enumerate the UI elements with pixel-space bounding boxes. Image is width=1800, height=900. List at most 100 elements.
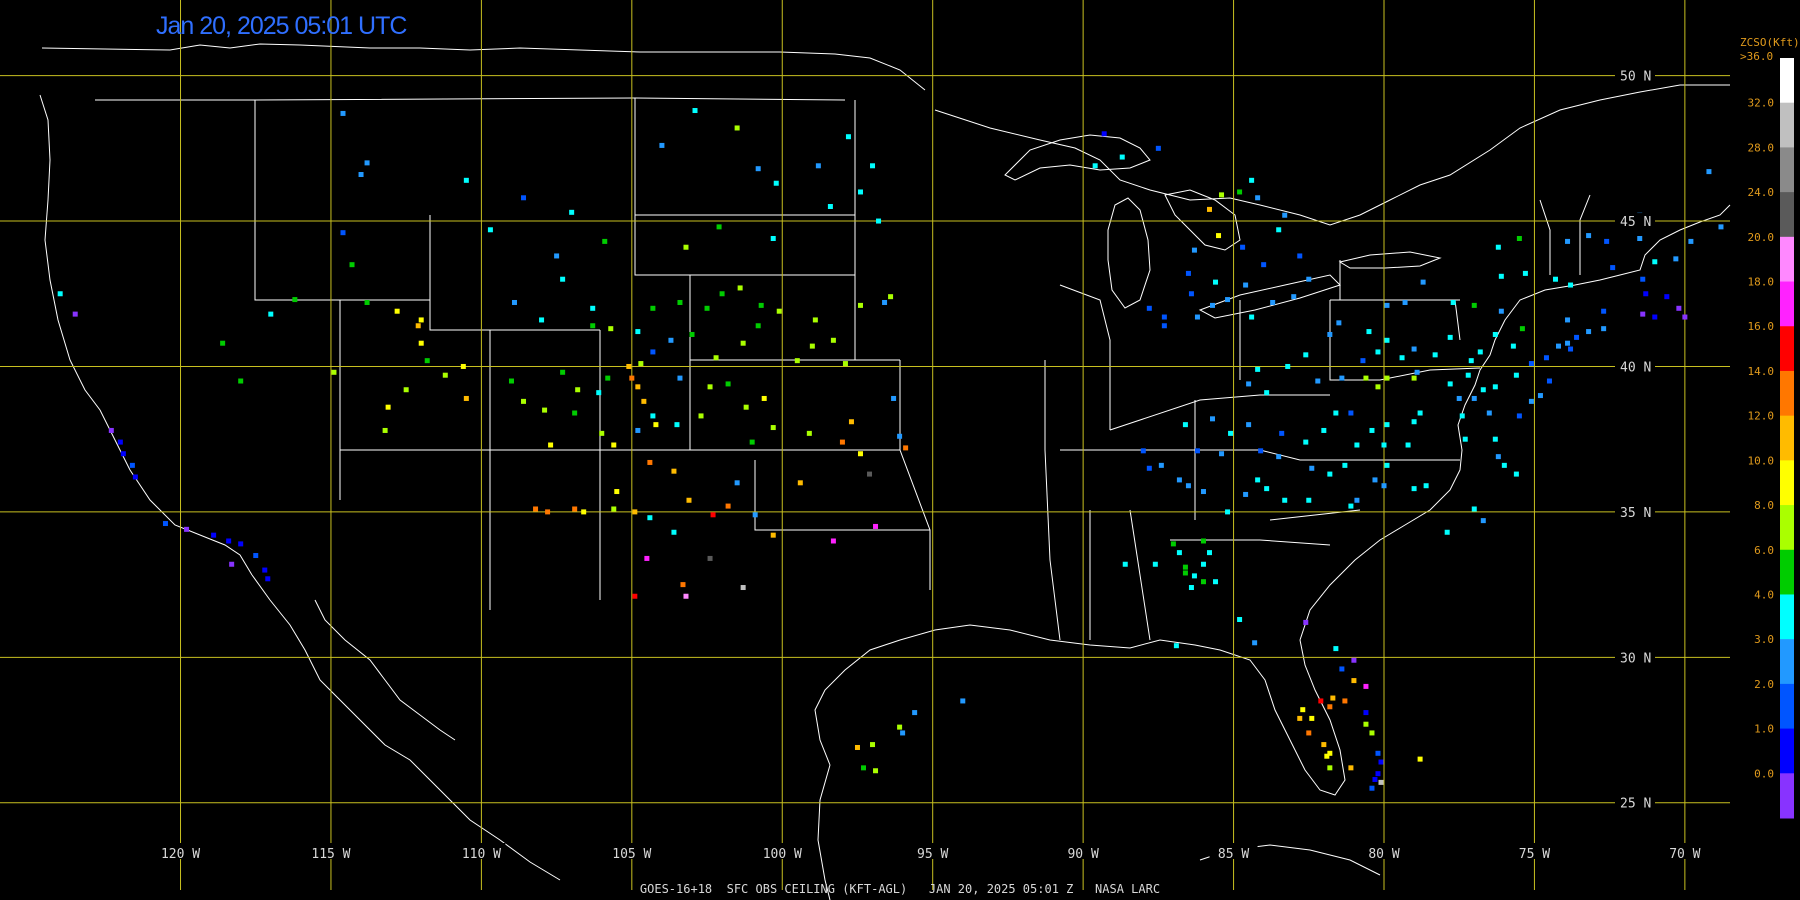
station-marker: [1264, 486, 1270, 492]
station-marker: [1276, 227, 1282, 233]
lat-label: 40 N: [1620, 360, 1651, 375]
station-marker: [1146, 305, 1152, 311]
station-marker: [1219, 192, 1225, 198]
station-marker: [1351, 657, 1357, 663]
station-marker: [1279, 430, 1285, 436]
station-marker: [1565, 317, 1571, 323]
station-marker: [737, 285, 743, 291]
station-marker: [1255, 477, 1261, 483]
station-marker: [1282, 497, 1288, 503]
station-marker: [1492, 436, 1498, 442]
station-marker: [770, 532, 776, 538]
station-marker: [521, 398, 527, 404]
station-marker: [671, 468, 677, 474]
station-marker: [1092, 163, 1098, 169]
station-marker: [602, 238, 608, 244]
station-marker: [1330, 695, 1336, 701]
station-marker: [1552, 276, 1558, 282]
station-marker: [1652, 314, 1658, 320]
station-marker: [857, 451, 863, 457]
station-marker: [1384, 462, 1390, 468]
station-marker: [707, 555, 713, 561]
station-marker: [1384, 302, 1390, 308]
station-marker: [1673, 256, 1679, 262]
station-marker: [1185, 483, 1191, 489]
station-marker: [1339, 375, 1345, 381]
station-marker: [1297, 715, 1303, 721]
station-marker: [1640, 311, 1646, 317]
station-marker: [1381, 483, 1387, 489]
station-marker: [1369, 785, 1375, 791]
colorbar-segment: [1780, 281, 1794, 327]
station-marker: [1188, 585, 1194, 591]
colorbar-segment: [1780, 58, 1794, 104]
colorbar-segment: [1780, 147, 1794, 193]
station-marker: [132, 474, 138, 480]
station-marker: [1411, 419, 1417, 425]
station-marker: [1375, 771, 1381, 777]
station-marker: [635, 384, 641, 390]
colorbar-label: 24.0: [1748, 186, 1775, 199]
station-marker: [1318, 698, 1324, 704]
colorbar-segment: [1780, 460, 1794, 506]
station-marker: [830, 337, 836, 343]
station-marker: [842, 361, 848, 367]
station-marker: [1360, 358, 1366, 364]
station-marker: [364, 160, 370, 166]
station-marker: [1327, 331, 1333, 337]
station-marker: [1610, 265, 1616, 271]
station-marker: [1411, 346, 1417, 352]
station-marker: [1225, 297, 1231, 303]
station-marker: [903, 445, 909, 451]
station-marker: [608, 326, 614, 332]
station-marker: [1219, 451, 1225, 457]
station-marker: [1309, 465, 1315, 471]
colorbar-label: 18.0: [1748, 276, 1775, 289]
colorbar-segment: [1780, 773, 1794, 819]
station-marker: [1375, 349, 1381, 355]
station-marker: [1652, 259, 1658, 265]
station-marker: [1574, 334, 1580, 340]
station-marker: [1682, 314, 1688, 320]
station-marker: [1486, 410, 1492, 416]
station-marker: [1200, 538, 1206, 544]
station-marker: [888, 294, 894, 300]
colorbar-segment: [1780, 192, 1794, 238]
station-marker: [1369, 427, 1375, 433]
station-marker: [1375, 750, 1381, 756]
station-marker: [238, 378, 244, 384]
station-marker: [1315, 378, 1321, 384]
station-marker: [1354, 442, 1360, 448]
station-marker: [1306, 276, 1312, 282]
station-marker: [740, 340, 746, 346]
station-marker: [1718, 224, 1724, 230]
colorbar-segment: [1780, 415, 1794, 461]
colorbar-label: 28.0: [1748, 141, 1775, 154]
colorbar-label: 16.0: [1748, 320, 1775, 333]
station-marker: [1375, 384, 1381, 390]
station-marker: [716, 224, 722, 230]
station-marker: [415, 323, 421, 329]
station-marker: [1173, 643, 1179, 649]
station-marker: [1249, 177, 1255, 183]
station-marker: [1321, 742, 1327, 748]
station-marker: [1516, 413, 1522, 419]
colorbar-label: 20.0: [1748, 231, 1775, 244]
station-marker: [590, 323, 596, 329]
station-marker: [542, 407, 548, 413]
station-marker: [1601, 308, 1607, 314]
station-marker: [641, 398, 647, 404]
station-marker: [1182, 422, 1188, 428]
station-marker: [1519, 326, 1525, 332]
station-marker: [867, 471, 873, 477]
station-marker: [1471, 395, 1477, 401]
station-marker: [776, 308, 782, 314]
lon-label: 95 W: [917, 847, 948, 862]
lon-label: 105 W: [612, 847, 651, 862]
station-markers: [57, 108, 1724, 791]
station-marker: [1604, 238, 1610, 244]
lon-label: 75 W: [1519, 847, 1550, 862]
station-marker: [1411, 375, 1417, 381]
station-marker: [683, 593, 689, 599]
station-marker: [897, 433, 903, 439]
